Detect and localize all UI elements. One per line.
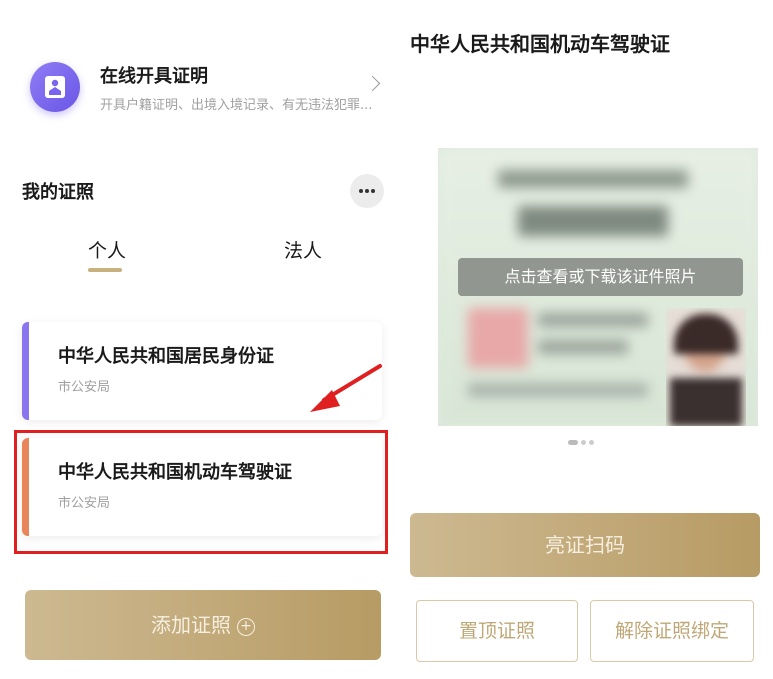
more-dot-icon [359,189,363,193]
card-accent-bar [22,322,29,420]
active-tab-indicator [88,268,122,272]
online-certificate-subtitle: 开具户籍证明、出境入境记录、有无违法犯罪... [100,98,373,113]
show-qr-button[interactable]: 亮证扫码 [410,513,760,577]
plus-circle-icon: + [237,618,255,636]
certificate-detail-panel: 中华人民共和国机动车驾驶证 点击查看或下载该证件照片 亮证扫码 置顶证照 解除证… [398,0,773,679]
certificate-name: 中华人民共和国居民身份证 [58,346,274,367]
certificate-issuer: 市公安局 [58,380,111,395]
annotation-arrow-icon [310,364,382,412]
online-certificate-entry[interactable]: 在线开具证明 开具户籍证明、出境入境记录、有无违法犯罪... [20,52,390,128]
add-certificate-button[interactable]: 添加证照 + [25,590,381,660]
unbind-certificate-button[interactable]: 解除证照绑定 [590,600,754,662]
add-certificate-label: 添加证照 [151,613,231,637]
certificate-list-panel: 在线开具证明 开具户籍证明、出境入境记录、有无违法犯罪... 我的证照 个人 法… [0,0,398,679]
tab-personal[interactable]: 个人 [88,236,126,263]
view-download-hint: 点击查看或下载该证件照片 [458,258,743,296]
more-options-button[interactable] [350,174,384,208]
highlight-box [14,430,388,554]
license-image[interactable]: 点击查看或下载该证件照片 [438,148,758,426]
carousel-indicator [568,430,597,449]
carousel-dot [568,440,578,445]
carousel-dot [581,440,586,445]
chevron-right-icon [364,75,381,92]
more-dot-icon [371,189,375,193]
online-certificate-title: 在线开具证明 [100,66,208,87]
section-title: 我的证照 [22,182,94,203]
tab-legal-entity[interactable]: 法人 [284,236,322,263]
license-photo [666,308,746,426]
online-certificate-icon [30,62,80,112]
more-dot-icon [365,189,369,193]
carousel-dot [589,440,594,445]
page-title: 中华人民共和国机动车驾驶证 [410,32,670,56]
pin-certificate-button[interactable]: 置顶证照 [416,600,578,662]
